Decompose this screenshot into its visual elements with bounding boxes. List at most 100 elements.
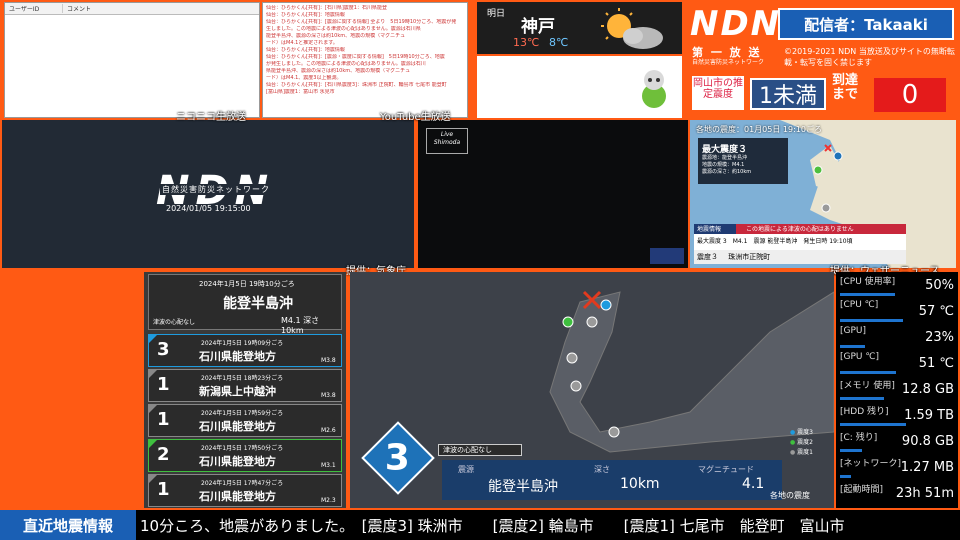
log-line: 生しました。この地震による津波の心配はありません。震源は石川県 (266, 26, 421, 32)
quake-list-item[interactable]: 3 2024年1月5日 19時09分ごろ 石川県能登地方 M3.8 (148, 334, 342, 367)
arrival-label: 到達まで (832, 73, 859, 102)
map-epicenter: 震源地：能登半島沖 (702, 155, 748, 161)
log-line: ード）はM4.1、震度3以上観測。 (266, 75, 342, 81)
epicenter-map[interactable]: 3 津波の心配なし 震源 能登半島沖 深さ 10km マグニチュード 4.1 ●… (350, 272, 834, 508)
map-foot-intensity: 震度３ (697, 253, 718, 261)
stat-value: 23% (925, 330, 954, 345)
map-depth: 震源の深さ：約10km (702, 169, 752, 175)
comment-table-header: ユーザーID コメント (5, 3, 259, 15)
niconico-stream[interactable]: NDN 自然災害防災ネットワーク 2024/01/05 19:15:00 (2, 120, 414, 268)
quake-intensity: 1 (157, 374, 170, 395)
ticker-head: 直近地震情報 (0, 510, 136, 540)
mascot-panel (477, 56, 682, 118)
stat-bar (840, 449, 862, 452)
quake-history-list: 2024年1月5日 19時10分ごろ 能登半島沖 津波の心配なし M4.1 深さ… (144, 272, 346, 508)
quake-place: 石川県能登地方 (199, 350, 276, 363)
quake-magnitude: M3.8 (321, 392, 336, 399)
log-line: 仙台：ひらかくん[共有]：地震情報 (266, 12, 345, 18)
map-ticker-head: 地震情報 (694, 224, 736, 234)
stat-row: [ネットワーク] 1.27 MB (838, 454, 958, 480)
stat-label: [C: 残り] (840, 433, 878, 443)
camera-clock-icon (650, 248, 684, 264)
stream-subtitle: 自然災害防災ネットワーク (160, 184, 272, 195)
brand-panel: NDN 配信者：Takaaki 第 一 放 送 自然災害防災ネットワーク ©20… (686, 2, 958, 118)
map-legend: ● 震度3 ● 震度2 ● 震度1 (790, 428, 813, 458)
stat-value: 50% (925, 278, 954, 293)
quake-place: 石川県能登地方 (199, 420, 276, 433)
quake-summary-bar: 震源 能登半島沖 深さ 10km マグニチュード 4.1 (442, 460, 782, 500)
quake-magnitude: M2.6 (321, 427, 336, 434)
max-intensity-value: 3 (385, 437, 411, 479)
magnitude-key: マグニチュード (698, 465, 754, 474)
log-line: ード）はM4.1と推定されます。 (266, 40, 338, 46)
stat-bar (840, 371, 897, 374)
sun-cloud-icon (601, 8, 663, 49)
intensity-map-panel[interactable]: 各地の震度：01月05日 19:10ごろ 最大震度３ 震源地：能登半島沖 地震の… (690, 120, 956, 268)
map-ticker-message: この地震による津波の心配はありません (736, 224, 906, 234)
stat-label: [CPU ℃] (840, 300, 879, 310)
quake-place: 石川県能登地方 (199, 490, 276, 503)
latest-quake-name: 能登半島沖 (223, 296, 293, 312)
quake-place: 新潟県上中越沖 (199, 385, 276, 398)
quake-color-tab (149, 475, 157, 483)
latest-quake-card[interactable]: 2024年1月5日 19時10分ごろ 能登半島沖 津波の心配なし M4.1 深さ… (148, 274, 342, 335)
quake-list-item[interactable]: 1 2024年1月5日 17時59分ごろ 石川県能登地方 M2.6 (148, 404, 342, 437)
weather-low: 8℃ (549, 36, 569, 49)
estimated-intensity-value: 1未満 (750, 78, 826, 110)
stat-row: [GPU ℃] 51 ℃ (838, 350, 958, 376)
map-summary: 最大震度３ 震源地：能登半島沖 地震の規模：M4.1 震源の深さ：約10km (698, 138, 788, 184)
youtube-stream[interactable]: Live Shimoda (418, 120, 688, 268)
stream-datetime: 2024/01/05 19:15:00 (166, 204, 251, 213)
stat-bar (840, 293, 895, 296)
stat-label: [起動時間] (840, 485, 884, 495)
quake-place: 石川県能登地方 (199, 455, 276, 468)
tsunami-notice: 津波の心配なし (438, 444, 522, 456)
legend-shindo3: ● 震度3 (790, 429, 813, 436)
map-ticker: 地震情報 この地震による津波の心配はありません 最大震度 3 M4.1 震源 能… (694, 224, 906, 250)
comment-table: ユーザーID コメント (4, 2, 260, 118)
niconico-label: ニコニコ生放送 (176, 112, 246, 123)
mascot-image (642, 70, 666, 108)
depth-key: 深さ (594, 465, 610, 474)
quake-time: 2024年1月5日 18時23分ごろ (201, 375, 284, 382)
log-line: 仙台：ひらかくん[共有]：[石川県]震度1：石川県能登 (266, 5, 387, 11)
stat-row: [メモリ 使用] 12.8 GB (838, 376, 958, 402)
depth-value: 10km (620, 476, 660, 492)
column-comment[interactable]: コメント (63, 4, 91, 13)
legend-shindo1: ● 震度1 (790, 449, 813, 456)
channel-sub: 自然災害防災ネットワーク (692, 59, 765, 66)
column-user-id[interactable]: ユーザーID (5, 4, 63, 13)
quake-list-item[interactable]: 2 2024年1月5日 17時50分ごろ 石川県能登地方 M3.1 (148, 439, 342, 472)
stat-bar (840, 423, 906, 426)
map-title: 各地の震度：01月05日 19:10ごろ (696, 125, 822, 134)
map-foot-place: 珠洲市正院町 (728, 253, 771, 261)
bottom-ticker: 直近地震情報 10分ころ、地震がありました。 [震度3] 珠洲市 [震度2] 輪… (0, 510, 960, 540)
legend-shindo2: ● 震度2 (790, 439, 813, 446)
stat-row: [CPU 使用率] 50% (838, 272, 958, 298)
stat-bar (840, 475, 851, 478)
quake-intensity: 3 (157, 339, 170, 360)
quake-color-tab (149, 370, 157, 378)
youtube-label: YouTube生放送 (380, 112, 451, 123)
quake-list-item[interactable]: 1 2024年1月5日 17時47分ごろ 石川県能登地方 M2.3 (148, 474, 342, 507)
stat-label: [ネットワーク] (840, 459, 902, 469)
log-line: 能登半島沖、震源の深さは約10km、地震の規模（マグニチュ (266, 33, 406, 39)
ticker-body: 10分ころ、地震がありました。 [震度3] 珠洲市 [震度2] 輪島市 [震度1… (140, 517, 845, 535)
stat-row: [GPU] 23% (838, 324, 958, 350)
quake-time: 2024年1月5日 17時50分ごろ (201, 445, 284, 452)
copyright-notice: ©2019-2021 NDN 当放送及びサイトの無断転載・転写を固く禁じます (784, 47, 955, 67)
quake-intensity: 1 (157, 409, 170, 430)
weather-city: 神戸 (521, 17, 555, 37)
epicenter-value: 能登半島沖 (488, 479, 558, 495)
ndn-logo: NDN (690, 4, 782, 44)
quake-color-tab (149, 440, 157, 448)
live-camera-badge: Live Shimoda (426, 128, 468, 154)
log-line: 仙台：ひらかくん[共有]：[石川県震度3]：珠洲市 正院町、輪島市 七尾市 能登… (266, 82, 447, 88)
stat-row: [CPU ℃] 57 ℃ (838, 298, 958, 324)
map-max-intensity: 最大震度３ (702, 145, 748, 155)
estimated-intensity-label: 岡山市の推定震度 (692, 76, 744, 110)
stat-value: 12.8 GB (901, 382, 954, 397)
quake-list-item[interactable]: 1 2024年1月5日 18時23分ごろ新潟県上中越沖 M3.8 (148, 369, 342, 402)
quake-time: 2024年1月5日 17時47分ごろ (201, 480, 284, 487)
stat-bar (840, 345, 866, 348)
